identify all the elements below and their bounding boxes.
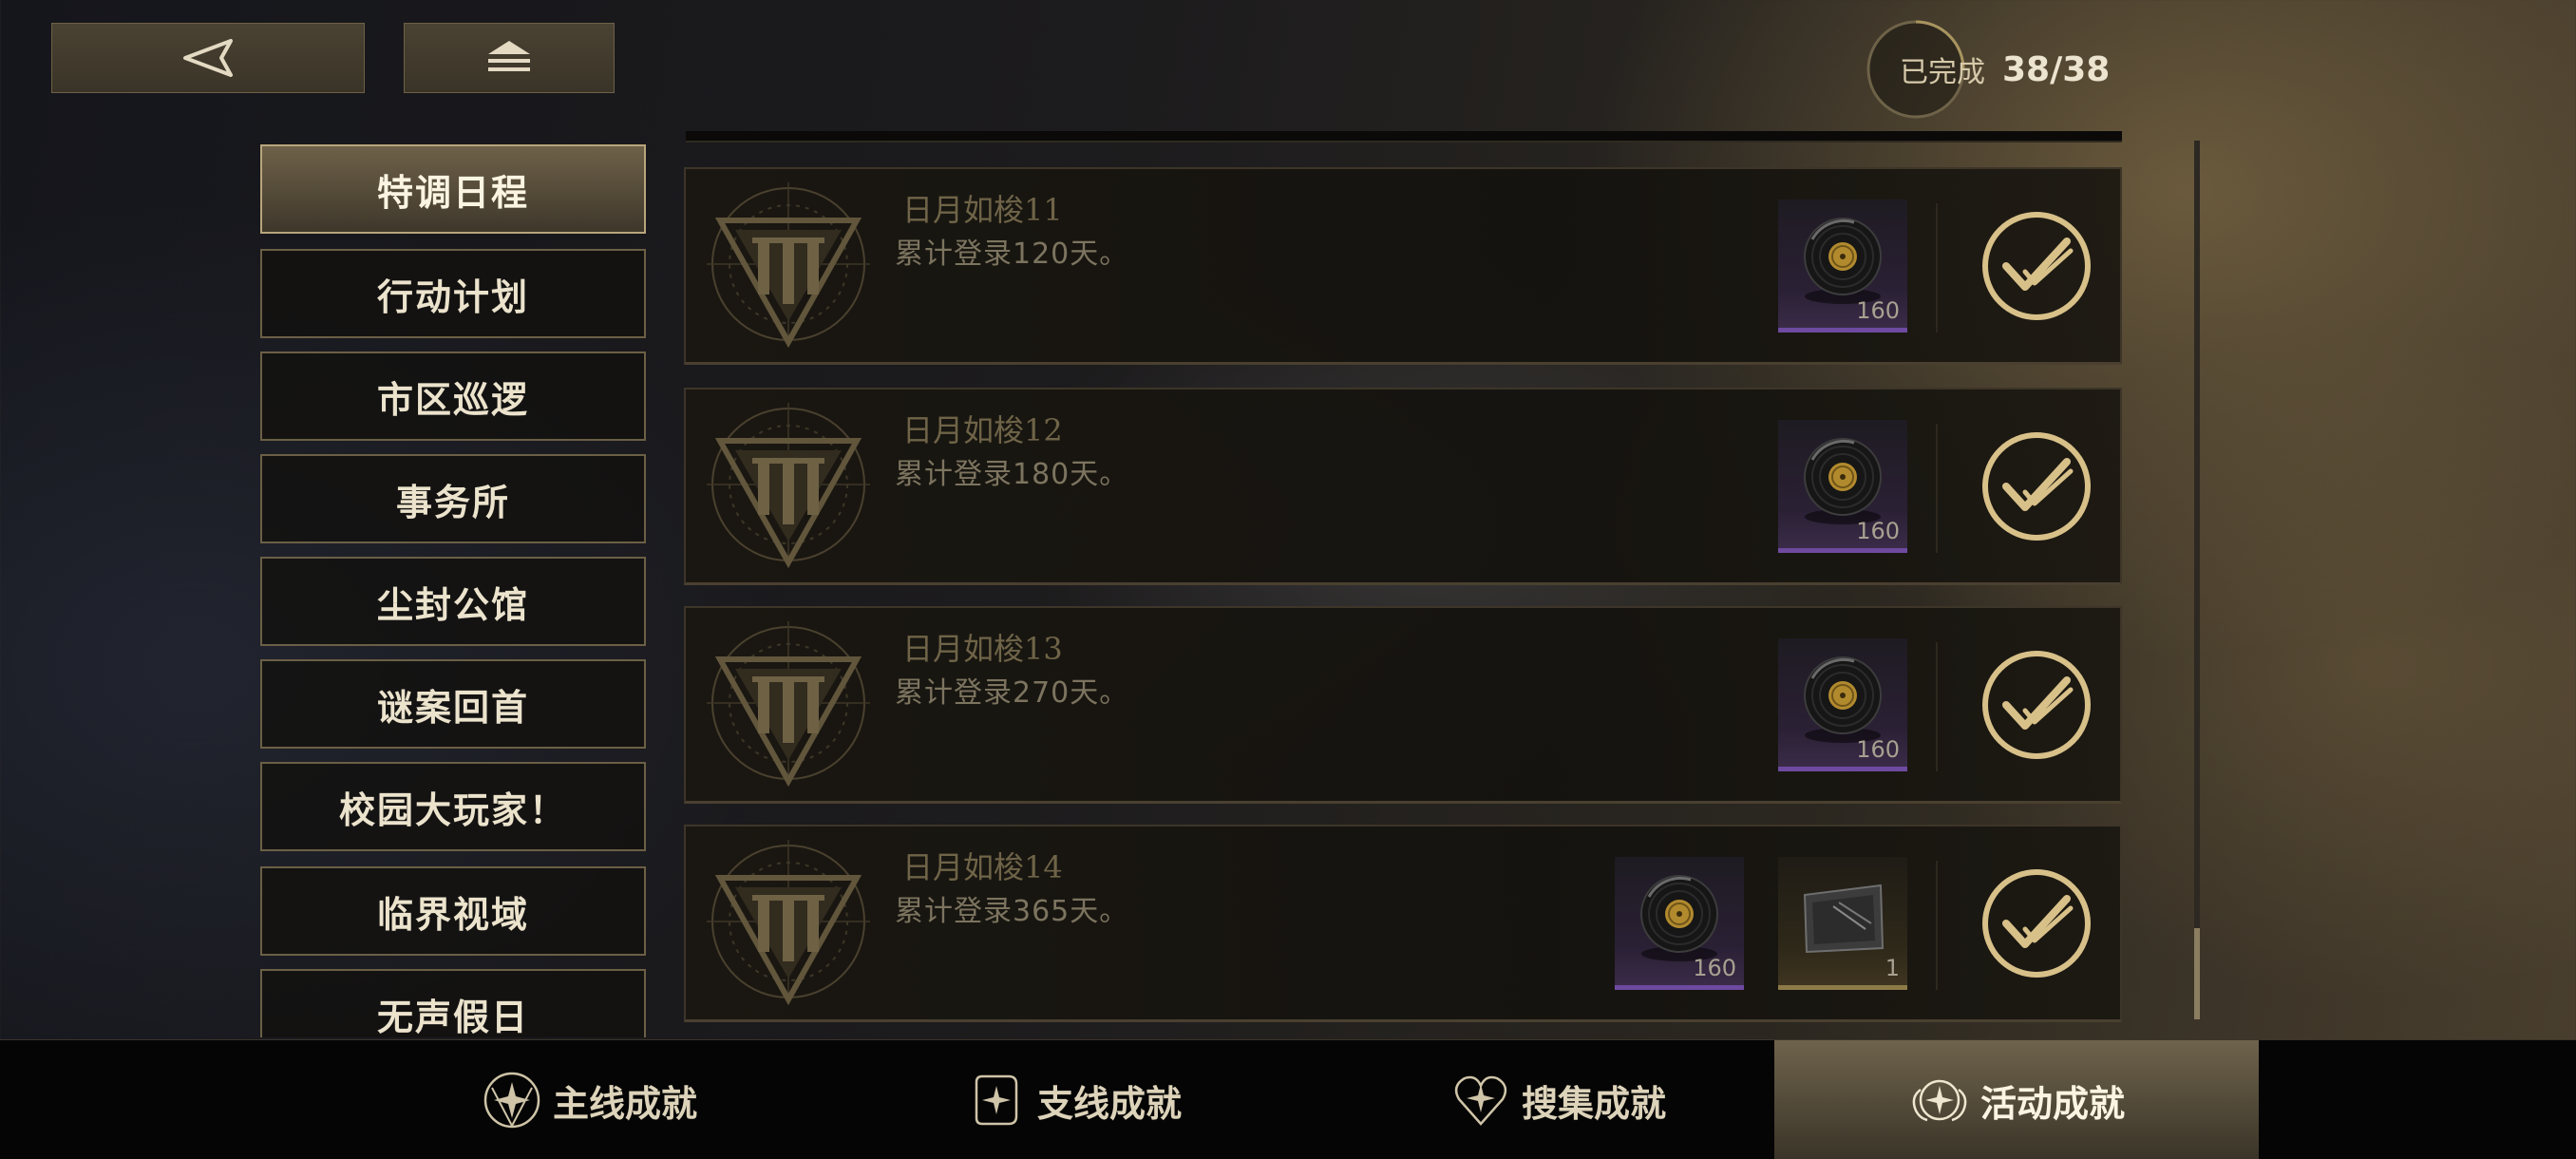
achievement-title: 日月如梭14 xyxy=(902,849,1063,885)
reward-item[interactable]: 160 xyxy=(1778,200,1907,332)
sidebar-item-label: 谜案回首 xyxy=(376,685,529,729)
tab-event-achievements[interactable]: 活动成就 xyxy=(1774,1040,2259,1159)
scrollbar-thumb[interactable] xyxy=(2194,928,2200,1019)
reward-count: 160 xyxy=(1856,297,1900,324)
sidebar-item-agency[interactable]: 事务所 xyxy=(260,454,646,543)
achievement-desc: 累计登录270天。 xyxy=(895,676,1129,710)
reward-count: 1 xyxy=(1885,955,1900,981)
card-divider xyxy=(1936,424,1938,553)
achievement-desc: 累计登录365天。 xyxy=(895,895,1129,928)
tab-main-achievements[interactable]: 主线成就 xyxy=(347,1040,831,1159)
star-wings-icon xyxy=(1912,1079,1967,1122)
sidebar-item-label: 尘封公馆 xyxy=(376,582,529,626)
sidebar-item-label: 市区巡逻 xyxy=(376,377,529,421)
list-scrollbar[interactable] xyxy=(2194,141,2200,1019)
completed-check-icon xyxy=(1979,429,2093,543)
achievement-card: 日月如梭14 累计登录365天。 160 1 xyxy=(684,825,2122,1022)
achievement-card: 日月如梭12 累计登录180天。 160 xyxy=(684,388,2122,585)
sidebar-item-action-plan[interactable]: 行动计划 xyxy=(260,249,646,338)
star-scroll-icon xyxy=(975,1074,1018,1126)
tab-collection-achievements[interactable]: 搜集成就 xyxy=(1316,1040,1800,1159)
back-button[interactable] xyxy=(51,23,365,93)
sidebar-item-silent-holiday[interactable]: 无声假日 xyxy=(260,969,646,1037)
record-disc-icon xyxy=(1639,874,1719,963)
achievement-emblem-icon xyxy=(703,618,874,788)
reward-item[interactable]: 160 xyxy=(1778,420,1907,553)
sidebar-item-dusty-mansion[interactable]: 尘封公馆 xyxy=(260,557,646,646)
card-divider xyxy=(1936,642,1938,771)
tab-label: 搜集成就 xyxy=(1521,1081,1666,1125)
star-shield-icon xyxy=(483,1072,540,1129)
reward-item[interactable]: 1 xyxy=(1778,857,1907,990)
achievement-title: 日月如梭12 xyxy=(902,412,1063,448)
home-stack-icon xyxy=(488,41,530,71)
card-divider xyxy=(1936,203,1938,332)
achievement-title: 日月如梭13 xyxy=(902,631,1063,667)
sidebar-item-label: 事务所 xyxy=(395,480,510,523)
home-button[interactable] xyxy=(404,23,615,93)
completed-check-icon xyxy=(1979,866,2093,980)
record-disc-icon xyxy=(1803,437,1883,526)
completed-check-icon xyxy=(1979,209,2093,323)
record-disc-icon xyxy=(1803,217,1883,306)
tab-label: 支线成就 xyxy=(1036,1081,1182,1125)
sidebar-item-campus-player[interactable]: 校园大玩家！ xyxy=(260,762,646,851)
achievement-emblem-icon xyxy=(703,179,874,350)
sidebar-item-city-patrol[interactable]: 市区巡逻 xyxy=(260,352,646,441)
list-top-divider xyxy=(686,131,2122,142)
card-ticket-icon xyxy=(1804,884,1884,953)
star-heart-icon xyxy=(1454,1075,1507,1126)
sidebar-item-label: 行动计划 xyxy=(376,275,529,318)
completion-value: 38/38 xyxy=(2002,49,2111,89)
sidebar-item-schedule[interactable]: 特调日程 xyxy=(260,144,646,234)
achievement-emblem-icon xyxy=(703,836,874,1007)
achievement-emblem-icon xyxy=(703,399,874,570)
tab-side-achievements[interactable]: 支线成就 xyxy=(831,1040,1316,1159)
card-divider xyxy=(1936,861,1938,990)
reward-item[interactable]: 160 xyxy=(1615,857,1744,990)
tab-label: 主线成就 xyxy=(552,1081,697,1125)
achievement-card: 日月如梭13 累计登录270天。 160 xyxy=(684,606,2122,804)
sidebar-item-label: 校园大玩家！ xyxy=(338,788,567,831)
category-sidebar: 特调日程 行动计划 市区巡逻 事务所 尘封公馆 谜案回首 校园大玩家！ 临界视域… xyxy=(260,144,646,1037)
reward-count: 160 xyxy=(1856,736,1900,763)
bottom-nav: 主线成就 支线成就 搜集成就 活动成就 xyxy=(0,1039,2576,1159)
back-arrow-icon xyxy=(183,39,233,77)
achievement-desc: 累计登录180天。 xyxy=(895,458,1129,491)
achievement-desc: 累计登录120天。 xyxy=(895,238,1129,271)
tab-label: 活动成就 xyxy=(1979,1081,2125,1125)
record-disc-icon xyxy=(1803,656,1883,745)
sidebar-item-critical-vision[interactable]: 临界视域 xyxy=(260,866,646,956)
completion-indicator: 已完成 38/38 xyxy=(1864,17,2149,122)
sidebar-item-label: 特调日程 xyxy=(376,170,529,214)
completion-label: 已完成 xyxy=(1900,56,1985,89)
reward-count: 160 xyxy=(1856,518,1900,544)
achievement-card: 日月如梭11 累计登录120天。 160 xyxy=(684,167,2122,365)
sidebar-item-label: 无声假日 xyxy=(376,995,529,1038)
sidebar-item-case-review[interactable]: 谜案回首 xyxy=(260,659,646,749)
reward-item[interactable]: 160 xyxy=(1778,638,1907,771)
completed-check-icon xyxy=(1979,648,2093,762)
achievement-title: 日月如梭11 xyxy=(902,192,1063,228)
sidebar-item-label: 临界视域 xyxy=(376,892,529,936)
reward-count: 160 xyxy=(1693,955,1736,981)
